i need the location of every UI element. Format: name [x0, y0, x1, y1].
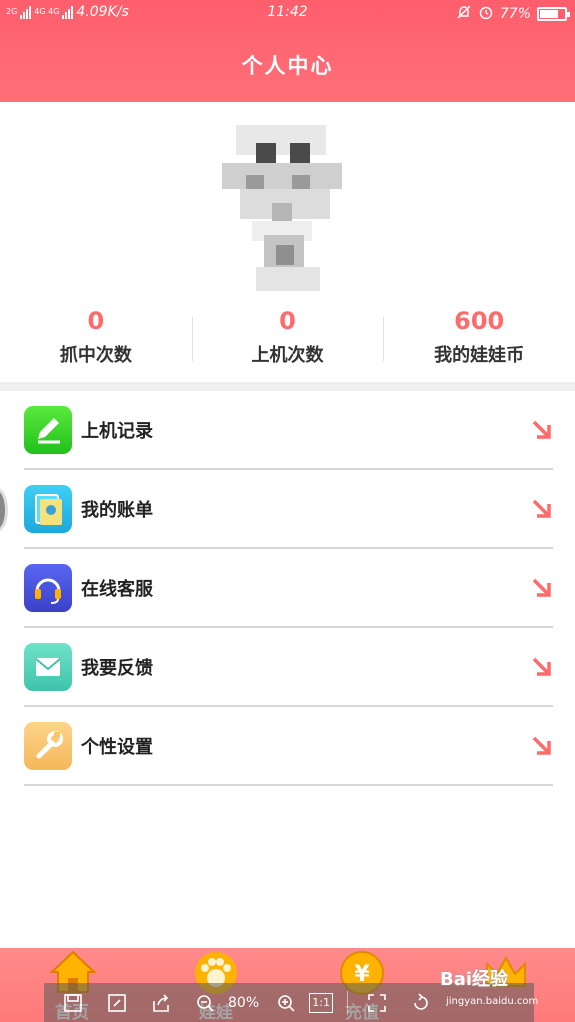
- fit-icon[interactable]: [102, 988, 132, 1018]
- wrench-icon: [24, 721, 72, 770]
- stat-coins: 600 我的娃娃币: [383, 305, 575, 375]
- stat-catches: 0 抓中次数: [0, 305, 192, 375]
- stat-catches-value: 0: [87, 307, 105, 335]
- menu-item-bills[interactable]: 我的账单: [24, 470, 553, 549]
- section-divider: [0, 382, 575, 391]
- menu-item-customer-service[interactable]: 在线客服: [24, 549, 553, 628]
- arrow-icon: [531, 419, 553, 441]
- side-drag-handle[interactable]: [0, 488, 8, 532]
- arrow-icon: [531, 577, 553, 599]
- status-bar: 2G 4G 4G 4.09K/s 11:42 77%: [0, 0, 575, 28]
- battery-icon: [537, 7, 570, 21]
- menu-item-label: 我的账单: [81, 499, 153, 521]
- actual-size-button[interactable]: 1:1: [309, 992, 334, 1013]
- bill-icon: [24, 484, 72, 533]
- arrow-icon: [531, 735, 553, 757]
- battery-fill: [540, 10, 558, 18]
- zoom-level: 80%: [228, 994, 260, 1011]
- headset-icon: [24, 563, 72, 612]
- menu-item-label: 我要反馈: [81, 657, 153, 679]
- menu-item-label: 上机记录: [81, 420, 153, 442]
- zoom-out-icon[interactable]: [190, 988, 220, 1018]
- toolbar-separator: [347, 990, 349, 1015]
- fullscreen-icon[interactable]: [362, 988, 392, 1018]
- status-right: 77%: [456, 4, 570, 24]
- stat-catches-label: 抓中次数: [59, 345, 132, 366]
- mail-icon: [24, 642, 72, 691]
- stat-coins-label: 我的娃娃币: [434, 345, 525, 366]
- stat-coins-value: 600: [454, 307, 505, 335]
- avatar[interactable]: [222, 125, 342, 295]
- rotate-icon[interactable]: [406, 988, 436, 1018]
- stat-divider: [383, 317, 385, 361]
- zoom-in-icon[interactable]: [271, 988, 301, 1018]
- alarm-icon: [478, 4, 494, 24]
- menu-item-label: 个性设置: [81, 736, 153, 758]
- menu-item-feedback[interactable]: 我要反馈: [24, 628, 553, 707]
- page-title: 个人中心: [241, 54, 334, 78]
- arrow-icon: [531, 498, 553, 520]
- share-icon[interactable]: [146, 988, 176, 1018]
- arrow-icon: [531, 656, 553, 678]
- stats-row: 0 抓中次数 0 上机次数 600 我的娃娃币: [0, 305, 575, 375]
- stat-divider: [191, 317, 193, 361]
- battery-percent: 77%: [499, 6, 531, 22]
- menu-item-label: 在线客服: [81, 578, 153, 600]
- save-icon[interactable]: [58, 988, 88, 1018]
- bell-muted-icon: [456, 4, 472, 24]
- menu-item-settings[interactable]: 个性设置: [24, 707, 553, 786]
- stat-plays-label: 上机次数: [251, 345, 324, 366]
- menu-list: 上机记录 我的账单 在线客服 我要反馈 个性设置: [24, 391, 553, 786]
- stat-plays: 0 上机次数: [191, 305, 384, 375]
- header-bar: 2G 4G 4G 4.09K/s 11:42 77% 个人中心: [0, 0, 575, 102]
- watermark-url: jingyan.baidu.com: [446, 996, 539, 1007]
- menu-item-play-records[interactable]: 上机记录: [24, 391, 553, 470]
- watermark-logo: Bai经验: [440, 969, 509, 990]
- stat-plays-value: 0: [279, 307, 296, 335]
- pencil-icon: [24, 405, 72, 454]
